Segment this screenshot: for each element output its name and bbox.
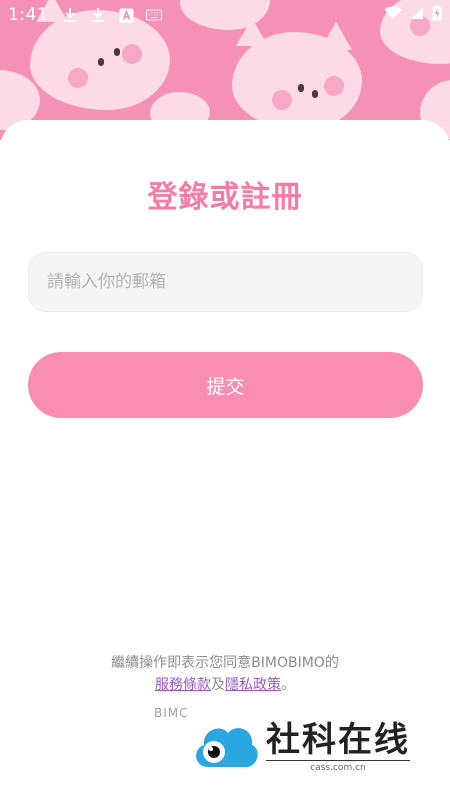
battery-charging-icon xyxy=(432,4,442,26)
signal-icon xyxy=(410,5,424,25)
agreement-conjunction: 及 xyxy=(211,677,225,693)
keyboard-icon xyxy=(146,7,163,23)
status-bar: 1:41 xyxy=(0,0,450,30)
submit-button[interactable]: 提交 xyxy=(28,352,423,418)
watermark-name: 社科在线 xyxy=(266,719,410,760)
download-icon xyxy=(90,7,106,23)
page-title: 登錄或註冊 xyxy=(147,180,303,215)
watermark: 社科在线 cass.com.cn xyxy=(190,712,435,780)
agreement-suffix: 。 xyxy=(281,677,295,693)
agreement-text: 繼續操作即表示您同意BIMOBIMO的 xyxy=(111,655,339,671)
wifi-icon xyxy=(384,5,402,25)
status-time: 1:41 xyxy=(8,5,49,25)
watermark-url: cass.com.cn xyxy=(266,759,410,773)
download-icon xyxy=(62,7,78,23)
cat-pattern xyxy=(232,18,362,130)
text-a-icon xyxy=(118,7,134,23)
cloud-logo-icon xyxy=(190,717,260,775)
version-text: BIMC xyxy=(154,706,189,720)
email-input[interactable] xyxy=(28,252,423,312)
login-sheet xyxy=(0,120,450,800)
terms-agreement: 繼續操作即表示您同意BIMOBIMO的 服務條款及隱私政策。 xyxy=(0,652,450,696)
privacy-policy-link[interactable]: 隱私政策 xyxy=(225,677,281,693)
terms-of-service-link[interactable]: 服務條款 xyxy=(155,677,211,693)
